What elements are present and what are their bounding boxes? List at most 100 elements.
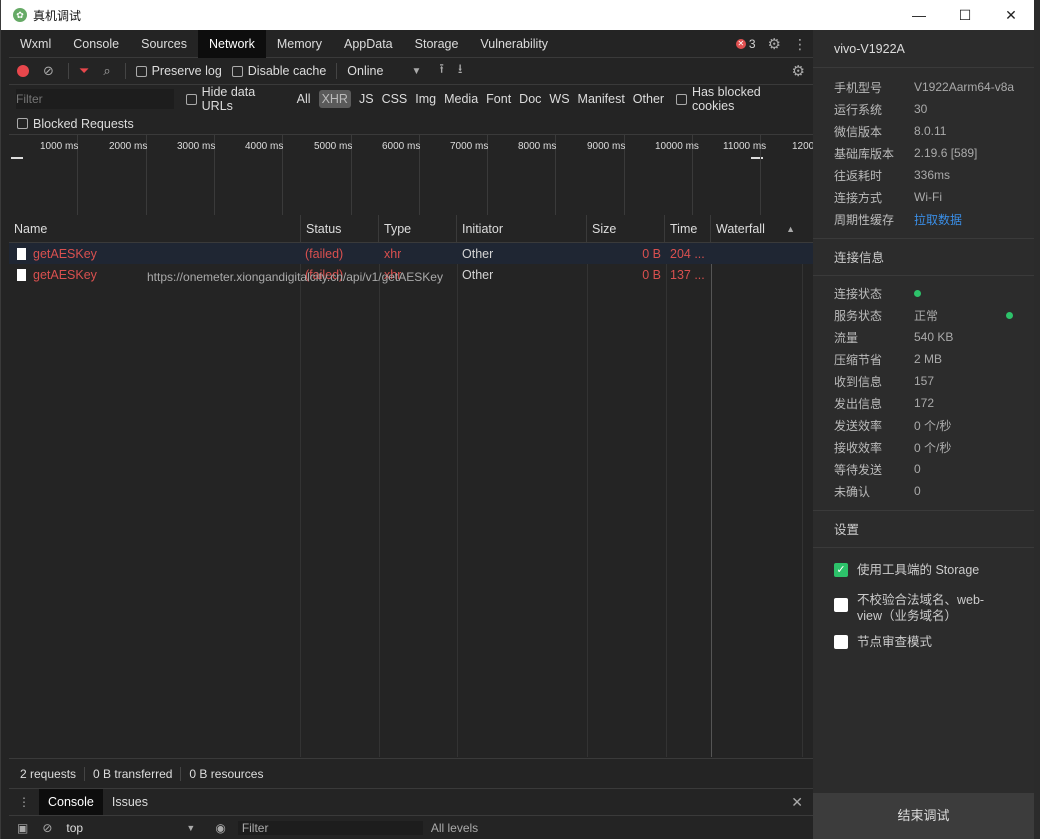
type-filter-media[interactable]: Media	[444, 92, 478, 106]
tab-appdata[interactable]: AppData	[333, 30, 404, 58]
drawer-tab-console[interactable]: Console	[39, 788, 103, 816]
throttle-select[interactable]: Online	[347, 64, 383, 78]
info-key: 手机型号	[834, 80, 883, 95]
range-end-handle[interactable]	[751, 157, 763, 159]
overview-tick-label: 7000 ms	[450, 141, 489, 152]
tab-wxml[interactable]: Wxml	[9, 30, 62, 58]
drawer-close-icon[interactable]: ✕	[791, 794, 803, 811]
col-time[interactable]: Time	[665, 215, 711, 243]
chevron-down-icon[interactable]: ▼	[411, 66, 421, 77]
setting-node-inspect-mode[interactable]: 节点审查模式	[813, 634, 1034, 650]
col-waterfall[interactable]: Waterfall ▲	[711, 215, 801, 243]
timeline-overview[interactable]: 1000 ms 2000 ms 3000 ms 4000 ms 5000 ms 6000 …	[9, 135, 813, 217]
pull-data-link[interactable]: 拉取数据	[914, 211, 962, 228]
request-count: 2 requests	[20, 766, 86, 781]
import-har-icon[interactable]: ⭱	[439, 60, 444, 82]
type-filter-doc[interactable]: Doc	[519, 92, 541, 106]
blocked-requests-checkbox[interactable]	[17, 118, 28, 129]
end-debug-button[interactable]: 结束调试	[813, 793, 1034, 839]
service-status-icon	[1006, 311, 1013, 319]
export-har-icon[interactable]: ⭳	[458, 60, 463, 82]
col-type[interactable]: Type	[379, 215, 457, 243]
error-icon: ✕	[735, 39, 746, 49]
info-key: 微信版本	[834, 124, 883, 139]
has-blocked-cookies-checkbox[interactable]	[676, 93, 687, 105]
clear-icon[interactable]: ⊘	[43, 63, 54, 79]
tab-memory[interactable]: Memory	[266, 30, 333, 58]
console-toolbar: ▣ ⊘ top ▼ ◉ Filter All levels	[9, 815, 813, 839]
type-filter-other[interactable]: Other	[633, 92, 664, 106]
type-filter-font[interactable]: Font	[486, 92, 511, 106]
table-body: getAESKey (failed) xhr Other 0 B 204 ...…	[9, 243, 813, 757]
checkbox-icon[interactable]	[834, 598, 848, 612]
conn-key: 接收效率	[834, 440, 883, 455]
conn-value: 2 MB	[914, 352, 943, 366]
conn-value: 0 个/秒	[914, 440, 952, 455]
request-size: 0 B	[642, 246, 661, 261]
type-filter-manifest[interactable]: Manifest	[578, 92, 625, 106]
table-row[interactable]: getAESKey (failed) xhr Other 0 B 204 ...	[9, 243, 813, 264]
type-filter-img[interactable]: Img	[415, 92, 436, 106]
sort-asc-icon[interactable]: ▲	[786, 215, 795, 243]
eye-icon[interactable]: ◉	[215, 821, 225, 835]
hide-data-urls-checkbox[interactable]	[185, 93, 197, 105]
type-filter-xhr[interactable]: XHR	[318, 90, 351, 108]
tab-sources[interactable]: Sources	[130, 30, 198, 58]
info-value: Wi-Fi	[914, 190, 942, 204]
status-bar: 2 requests 0 B transferred 0 B resources	[9, 758, 813, 788]
maximize-icon[interactable]: ☐	[942, 0, 988, 30]
setting-skip-domain-check[interactable]: 不校验合法域名、web-view（业务域名）	[813, 592, 1034, 624]
tab-console[interactable]: Console	[62, 30, 130, 58]
search-icon[interactable]: ⌕	[103, 63, 110, 79]
tab-network[interactable]: Network	[197, 29, 266, 58]
checkbox-icon[interactable]	[834, 635, 848, 649]
checkbox-checked-icon[interactable]: ✓	[834, 563, 848, 577]
network-settings-icon[interactable]: ⚙	[792, 62, 805, 80]
range-start-handle[interactable]	[11, 157, 23, 159]
info-key: 周期性缓存	[834, 212, 895, 227]
type-filter-css[interactable]: CSS	[382, 92, 408, 106]
drawer-tabs: ⋮ Console Issues ✕	[9, 788, 813, 816]
console-filter-input[interactable]: Filter	[237, 820, 423, 835]
col-size[interactable]: Size	[587, 215, 665, 243]
type-filter-js[interactable]: JS	[359, 92, 374, 106]
info-value: 8.0.11	[914, 124, 947, 138]
conn-value: 正常	[914, 308, 939, 323]
type-filter-all[interactable]: All	[297, 92, 311, 106]
info-value: V1922Aarm64-v8a	[914, 80, 1015, 94]
sidebar-toggle-icon[interactable]: ▣	[17, 821, 28, 835]
settings-section-title: 设置	[813, 510, 1034, 548]
drawer-menu-icon[interactable]: ⋮	[9, 795, 39, 809]
clear-console-icon[interactable]: ⊘	[42, 821, 52, 835]
preserve-log-checkbox[interactable]	[135, 65, 147, 77]
log-levels-select[interactable]: All levels	[431, 821, 478, 835]
info-key: 往返耗时	[834, 168, 883, 183]
col-status[interactable]: Status	[301, 215, 379, 243]
col-initiator[interactable]: Initiator	[457, 215, 587, 243]
disable-cache-checkbox[interactable]	[231, 65, 243, 77]
record-button[interactable]	[17, 65, 29, 77]
blocked-requests-row: Blocked Requests	[9, 113, 813, 135]
overview-tick-label: 2000 ms	[109, 141, 148, 152]
devtools-tabs: Wxml Console Sources Network Memory AppD…	[9, 29, 813, 58]
error-badge[interactable]: ✕ 3	[735, 37, 756, 51]
more-options-icon[interactable]: ⋮	[793, 36, 807, 53]
conn-key: 等待发送	[834, 462, 883, 477]
conn-value: 0	[914, 484, 921, 498]
tab-storage[interactable]: Storage	[404, 30, 470, 58]
close-icon[interactable]: ✕	[988, 0, 1034, 30]
drawer-tab-issues[interactable]: Issues	[103, 789, 157, 816]
context-select[interactable]: top	[66, 821, 186, 835]
tab-vulnerability[interactable]: Vulnerability	[469, 30, 559, 58]
filter-input[interactable]	[16, 89, 174, 109]
request-time: 137 ...	[670, 267, 705, 282]
file-icon	[17, 268, 26, 281]
minimize-icon[interactable]: —	[896, 0, 942, 30]
filter-icon[interactable]: ⏷	[79, 63, 89, 79]
request-initiator: Other	[462, 267, 494, 282]
col-name[interactable]: Name	[9, 215, 301, 243]
type-filter-ws[interactable]: WS	[549, 92, 569, 106]
setting-use-tool-storage[interactable]: ✓ 使用工具端的 Storage	[813, 562, 1034, 578]
chevron-down-icon[interactable]: ▼	[186, 823, 195, 833]
settings-gear-icon[interactable]: ⚙	[768, 35, 781, 53]
